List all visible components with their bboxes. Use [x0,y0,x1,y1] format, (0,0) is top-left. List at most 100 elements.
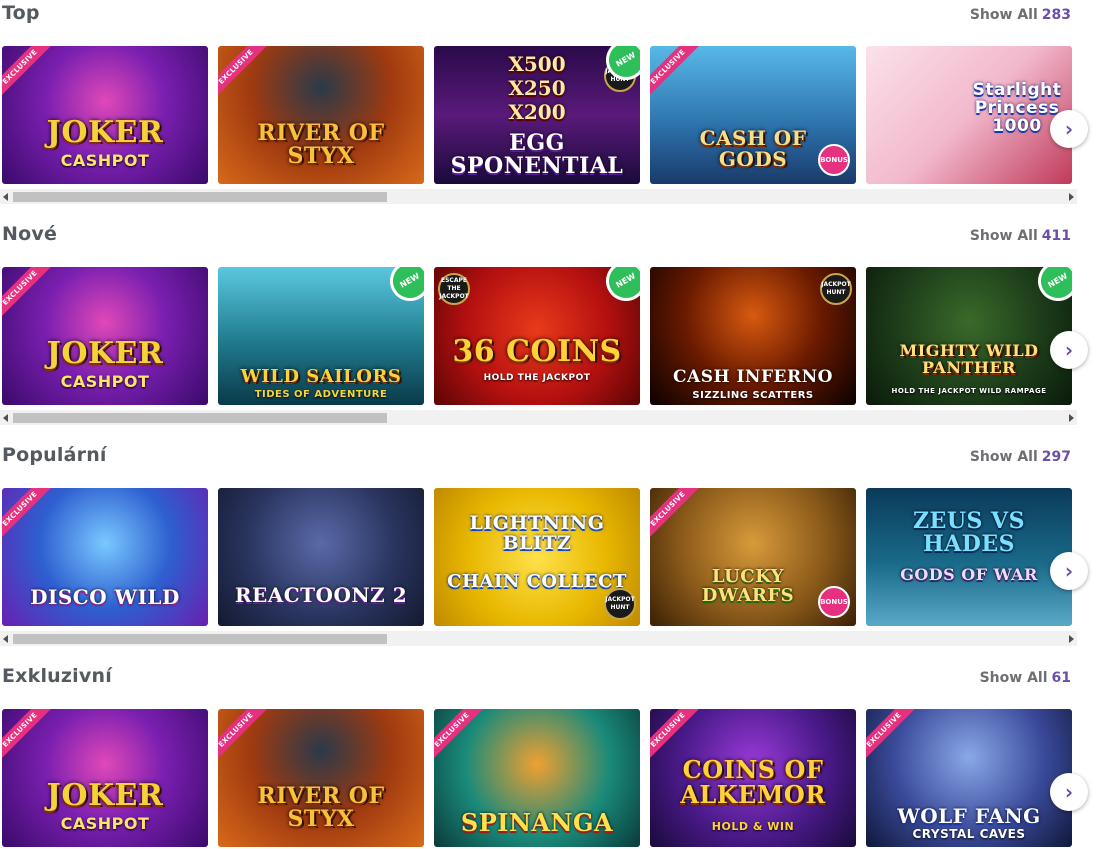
game-title: JOKER [46,114,164,150]
exclusive-ribbon: EXCLUSIVE [650,46,702,101]
section-exclusive: Exkluzivní Show All 61 EXCLUSIVE JOKER CA… [0,665,1097,849]
game-tile[interactable]: EXCLUSIVE SPINANGA [434,709,640,847]
show-all-link[interactable]: Show All 283 [970,7,1071,23]
scrollbar-thumb[interactable] [13,413,387,423]
bonus-badge: BONUS [818,144,850,176]
game-tile[interactable]: EXCLUSIVE RIVER OF STYX [218,46,424,184]
game-subtitle: TIDES OF ADVENTURE [254,389,388,400]
game-tile[interactable]: EXCLUSIVE JOKER CASHPOT [2,267,208,405]
game-tile[interactable]: CASH INFERNO SIZZLING SCATTERS JACKPOT H… [650,267,856,405]
game-tile[interactable]: MIGHTY WILD PANTHER HOLD THE JACKPOT WIL… [866,267,1072,405]
game-subtitle: CASHPOT [60,372,150,391]
show-all-count: 283 [1041,7,1071,23]
game-tile[interactable]: 36 COINS HOLD THE JACKPOT ESCAPE THE JAC… [434,267,640,405]
game-subtitle: CRYSTAL CAVES [912,827,1026,841]
game-title: 36 COINS [452,333,622,369]
game-title: COINS OF ALKEMOR [680,754,826,809]
section-title: Populární [2,444,107,466]
exclusive-ribbon: EXCLUSIVE [218,46,270,101]
game-title: ZEUS VS HADES [912,507,1026,557]
provider-badge: JACKPOT HUNT [604,588,636,620]
exclusive-ribbon: EXCLUSIVE [218,709,270,764]
game-title: JOKER [46,777,164,813]
chevron-right-icon: › [1064,780,1074,804]
section-new: Nové Show All 411 EXCLUSIVE JOKER CASHPOT… [0,223,1097,433]
new-badge: NEW [382,267,424,309]
section-top: Top Show All 283 EXCLUSIVE JOKER CASHPOT … [0,2,1097,212]
game-tile[interactable]: WILD SAILORS TIDES OF ADVENTURE NEW [218,267,424,405]
carousel-next-button[interactable]: › [1050,773,1088,811]
section-title: Nové [2,223,58,245]
show-all-count: 411 [1041,228,1071,244]
exclusive-ribbon: EXCLUSIVE [2,46,54,101]
carousel-next-button[interactable]: › [1050,331,1088,369]
exclusive-ribbon: EXCLUSIVE [2,488,54,543]
scroll-left-arrow-icon[interactable] [3,193,8,201]
show-all-link[interactable]: Show All 61 [980,670,1071,686]
scrollbar-thumb[interactable] [13,192,387,202]
game-tile[interactable]: EXCLUSIVE RIVER OF STYX [218,709,424,847]
game-tile[interactable]: ZEUS VS HADES GODS OF WAR [866,488,1072,626]
carousel-next-button[interactable]: › [1050,110,1088,148]
game-title: RIVER OF STYX [257,119,385,169]
game-tile[interactable]: EXCLUSIVE JOKER CASHPOT [2,46,208,184]
show-all-count: 61 [1051,670,1071,686]
game-carousel: EXCLUSIVE DISCO WILD REACTOONZ 2 LIGHTNI… [2,488,1077,626]
new-badge: NEW [1030,267,1072,309]
game-title: MIGHTY WILD PANTHER [899,341,1039,378]
chevron-right-icon: › [1064,117,1074,141]
game-tile[interactable]: REACTOONZ 2 [218,488,424,626]
scroll-left-arrow-icon[interactable] [3,635,8,643]
scroll-right-arrow-icon[interactable] [1069,193,1074,201]
exclusive-ribbon: EXCLUSIVE [650,488,702,543]
bonus-badge: BONUS [818,586,850,618]
scrollbar-thumb[interactable] [13,634,387,644]
scroll-left-arrow-icon[interactable] [3,414,8,422]
game-subtitle: HOLD THE JACKPOT WILD RAMPAGE [891,387,1047,395]
game-tile[interactable]: LIGHTNING BLITZ CHAIN COLLECT JACKPOT HU… [434,488,640,626]
game-subtitle: HOLD & WIN [711,820,795,833]
game-title: JOKER [46,335,164,371]
game-subtitle: CASHPOT [60,151,150,170]
game-tile[interactable]: EXCLUSIVE CASH OF GODS BONUS [650,46,856,184]
horizontal-scrollbar[interactable] [0,631,1077,646]
game-title: RIVER OF STYX [257,782,385,832]
show-all-label: Show All [969,228,1038,244]
section-popular: Populární Show All 297 EXCLUSIVE DISCO WI… [0,444,1097,654]
carousel-next-button[interactable]: › [1050,552,1088,590]
scroll-right-arrow-icon[interactable] [1069,635,1074,643]
game-title: DISCO WILD [30,585,180,609]
provider-badge: JACKPOT HUNT [820,273,852,305]
show-all-link[interactable]: Show All 411 [970,228,1071,244]
game-tile[interactable]: EXCLUSIVE JOKER CASHPOT [2,709,208,847]
show-all-count: 297 [1041,449,1071,465]
game-title: EGG SPONENTIAL [450,129,624,179]
game-carousel: EXCLUSIVE JOKER CASHPOT EXCLUSIVE RIVER … [2,709,1077,847]
multiplier-text: X500 X250 X200 [508,52,566,124]
game-carousel: EXCLUSIVE JOKER CASHPOT WILD SAILORS TID… [2,267,1077,405]
game-tile[interactable]: Starlight Princess 1000 [866,46,1072,184]
game-tile[interactable]: EXCLUSIVE DISCO WILD [2,488,208,626]
exclusive-ribbon: EXCLUSIVE [866,709,918,764]
provider-badge: ESCAPE THE JACKPOT [438,273,470,305]
game-tile[interactable]: EXCLUSIVE WOLF FANG CRYSTAL CAVES [866,709,1072,847]
game-title: WILD SAILORS [240,366,402,388]
game-tile[interactable]: X500 X250 X200 EGG SPONENTIAL JACKPOT HU… [434,46,640,184]
show-all-label: Show All [979,670,1048,686]
scroll-right-arrow-icon[interactable] [1069,414,1074,422]
game-tile[interactable]: EXCLUSIVE LUCKY DWARFS BONUS [650,488,856,626]
horizontal-scrollbar[interactable] [0,189,1077,204]
game-subtitle: GODS OF WAR [900,565,1038,585]
game-subtitle: SIZZLING SCATTERS [692,390,814,401]
game-title: CASH INFERNO [673,367,833,388]
game-title: CASH OF GODS [699,126,807,171]
game-tile[interactable]: EXCLUSIVE COINS OF ALKEMOR HOLD & WIN [650,709,856,847]
chevron-right-icon: › [1064,559,1074,583]
game-title: SPINANGA [460,807,614,837]
game-title: REACTOONZ 2 [234,583,408,607]
show-all-label: Show All [969,7,1038,23]
horizontal-scrollbar[interactable] [0,410,1077,425]
chevron-right-icon: › [1064,338,1074,362]
new-badge: NEW [598,267,640,309]
show-all-link[interactable]: Show All 297 [970,449,1071,465]
